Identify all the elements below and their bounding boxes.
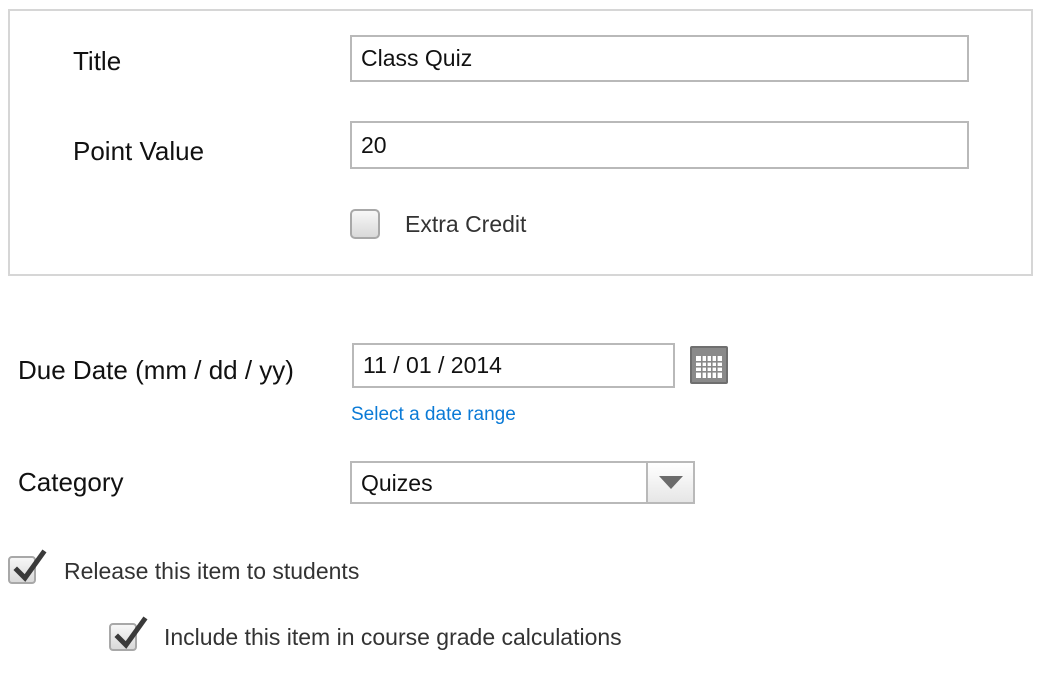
calendar-button[interactable] [690,346,728,384]
title-input[interactable] [350,35,969,82]
due-date-label: Due Date (mm / dd / yy) [18,355,294,385]
category-dropdown-button[interactable] [646,463,693,502]
release-to-students-label: Release this item to students [64,558,360,584]
checkmark-icon [114,616,148,649]
release-to-students-checkbox[interactable] [8,549,47,584]
title-label: Title [73,46,122,76]
point-value-input[interactable] [350,121,969,169]
chevron-down-icon [659,476,683,489]
category-select[interactable]: Quizes [350,461,695,504]
select-date-range-link[interactable]: Select a date range [351,404,516,426]
extra-credit-label: Extra Credit [405,211,527,237]
extra-credit-checkbox[interactable] [350,209,380,239]
category-label: Category [18,467,124,497]
due-date-input[interactable] [352,343,675,388]
include-in-grade-checkbox[interactable] [109,616,148,651]
point-value-label: Point Value [73,136,205,166]
checkmark-icon [13,549,47,582]
category-selected-value: Quizes [361,470,433,496]
include-in-grade-label: Include this item in course grade calcul… [164,624,622,650]
calendar-grid-icon [696,352,722,378]
